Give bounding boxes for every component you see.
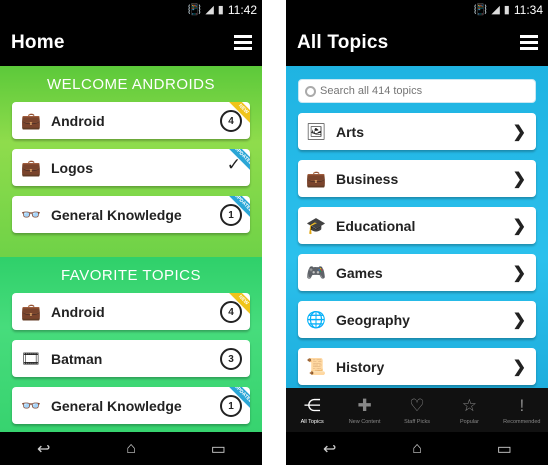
briefcase-icon: 💼: [21, 159, 41, 177]
home-icon[interactable]: ⌂: [111, 440, 151, 458]
film-icon: 🎞: [20, 350, 42, 368]
home-icon[interactable]: ⌂: [397, 440, 437, 458]
history-icon: 📜: [306, 358, 326, 376]
battery-icon: ▮: [503, 4, 510, 16]
system-nav-bar: ↩ ⌂ ▭: [286, 432, 548, 465]
page-title: Home: [11, 31, 65, 53]
briefcase-icon: 💼: [306, 170, 326, 188]
tab-label: Popular: [459, 419, 479, 425]
topic-card[interactable]: 🎞 Batman 3: [12, 340, 250, 377]
topic-section: WELCOME ANDROIDS 💼 Android 4 NEW 💼 Logos ✓ UPDAT…: [0, 66, 262, 257]
chevron-right-icon: ❯: [512, 312, 526, 329]
topic-label: General Knowledge: [51, 397, 182, 414]
menu-icon[interactable]: [520, 35, 538, 50]
plus-icon: ✚: [357, 396, 372, 415]
tab-label: Recommended: [503, 419, 541, 425]
glasses-icon: 👓: [21, 397, 41, 415]
section-header: FAVORITE TOPICS: [60, 267, 202, 284]
topic-label: Geography: [336, 311, 410, 328]
tab-new-content[interactable]: ✚ New Content: [338, 388, 390, 432]
briefcase-icon: 💼: [21, 303, 41, 321]
tab-all-topics[interactable]: ⋲ All Topics: [286, 388, 338, 432]
topic-card[interactable]: 💼 Logos ✓ UPDATED: [12, 149, 250, 186]
page-title: All Topics: [297, 31, 389, 53]
glasses-icon: 👓: [21, 206, 41, 224]
recents-icon[interactable]: ▭: [198, 439, 238, 459]
search-icon: [305, 85, 316, 97]
menu-icon[interactable]: [234, 35, 252, 50]
topic-label: Logos: [51, 159, 93, 176]
chevron-right-icon: ❯: [512, 218, 526, 235]
topic-label: Android: [51, 112, 105, 129]
tab-staff-picks[interactable]: ♡ Staff Picks: [391, 388, 443, 432]
chevron-right-icon: ❯: [512, 124, 526, 141]
system-nav-bar: ↩ ⌂ ▭: [0, 432, 262, 465]
topic-label: Business: [336, 170, 399, 187]
topic-label: General Knowledge: [51, 206, 182, 223]
back-icon[interactable]: ↩: [310, 439, 350, 459]
tab-recommended[interactable]: ! Recommended: [496, 388, 548, 432]
wifi-icon: ◢: [491, 4, 500, 16]
topic-card[interactable]: 👓 General Knowledge 1 UPDATED: [12, 387, 250, 424]
progress-badge: 4: [220, 110, 242, 132]
vibrate-icon: 📳: [187, 4, 202, 16]
chevron-right-icon: ❯: [512, 265, 526, 282]
topic-list: 🖼 Arts ❯ 💼 Business ❯ 🎓 Educational ❯ 🎮 Games ❯ 🌐 Geo…: [286, 113, 548, 385]
topic-row[interactable]: 📜 History ❯: [298, 348, 536, 385]
tab-label: New Content: [348, 419, 381, 425]
gamepad-icon: 🎮: [306, 264, 326, 282]
status-bar: 📳 ◢ ▮ 11:42: [0, 0, 262, 19]
graduation-cap-icon: 🎓: [306, 217, 326, 235]
home-content: WELCOME ANDROIDS 💼 Android 4 NEW 💼 Logos ✓ UPDAT…: [0, 66, 262, 432]
recents-icon[interactable]: ▭: [484, 439, 524, 459]
status-time: 11:42: [227, 2, 257, 17]
topics-content: 🖼 Arts ❯ 💼 Business ❯ 🎓 Educational ❯ 🎮 Games ❯ 🌐 Geo…: [286, 66, 548, 388]
topic-row[interactable]: 🎓 Educational ❯: [298, 207, 536, 244]
progress-badge: 1: [220, 395, 242, 417]
progress-badge: 4: [220, 301, 242, 323]
progress-badge: 3: [220, 348, 242, 370]
briefcase-icon: 💼: [21, 112, 41, 130]
app-bar: Home: [0, 19, 262, 66]
topic-card[interactable]: 💼 Android 4 NEW: [12, 293, 250, 330]
topic-label: Educational: [336, 217, 416, 234]
heart-icon: ♡: [409, 396, 425, 415]
wifi-icon: ◢: [205, 4, 214, 16]
all-topics-icon: ⋲: [303, 396, 321, 415]
app-bar: All Topics: [286, 19, 548, 66]
topic-card[interactable]: 👓 General Knowledge 1 UPDATED: [12, 196, 250, 233]
topic-label: Games: [336, 264, 383, 281]
status-bar: 📳 ◢ ▮ 11:34: [286, 0, 548, 19]
topic-card[interactable]: 💼 Android 4 NEW: [12, 102, 250, 139]
topic-row[interactable]: 🖼 Arts ❯: [298, 113, 536, 150]
tab-popular[interactable]: ☆ Popular: [443, 388, 495, 432]
vibrate-icon: 📳: [473, 4, 488, 16]
battery-icon: ▮: [217, 4, 224, 16]
topic-row[interactable]: 💼 Business ❯: [298, 160, 536, 197]
tab-label: All Topics: [300, 419, 324, 425]
all-topics-screen: 📳 ◢ ▮ 11:34 All Topics 🖼Arts❯💼Business❯🎓…: [286, 0, 548, 465]
exclamation-icon: !: [519, 396, 525, 415]
topic-section: FAVORITE TOPICS 💼 Android 4 NEW 🎞 Batman 3 👓 Gene…: [0, 257, 262, 432]
topic-label: Arts: [336, 123, 365, 140]
chevron-right-icon: ❯: [512, 359, 526, 376]
globe-icon: 🌐: [306, 311, 326, 329]
search-box[interactable]: [298, 79, 536, 103]
topic-row[interactable]: 🌐 Geography ❯: [298, 301, 536, 338]
arts-icon: 🖼: [305, 123, 327, 141]
star-icon: ☆: [461, 396, 478, 415]
topic-label: History: [336, 358, 385, 375]
tab-label: Staff Picks: [404, 419, 430, 425]
home-screen: 📳 ◢ ▮ 11:42 Home WELCOME ANDROIDS 💼 Androi…: [0, 0, 262, 465]
topic-label: Android: [51, 303, 105, 320]
bottom-tab-bar: ⋲ All Topics ✚ New Content ♡ Staff Picks ☆ Popu…: [286, 388, 548, 432]
back-icon[interactable]: ↩: [24, 439, 64, 459]
topic-row[interactable]: 🎮 Games ❯: [298, 254, 536, 291]
status-time: 11:34: [513, 2, 543, 17]
search-input[interactable]: [320, 85, 520, 97]
section-header: WELCOME ANDROIDS: [46, 76, 216, 93]
progress-badge: 1: [220, 204, 242, 226]
topic-label: Batman: [51, 350, 103, 367]
chevron-right-icon: ❯: [512, 171, 526, 188]
